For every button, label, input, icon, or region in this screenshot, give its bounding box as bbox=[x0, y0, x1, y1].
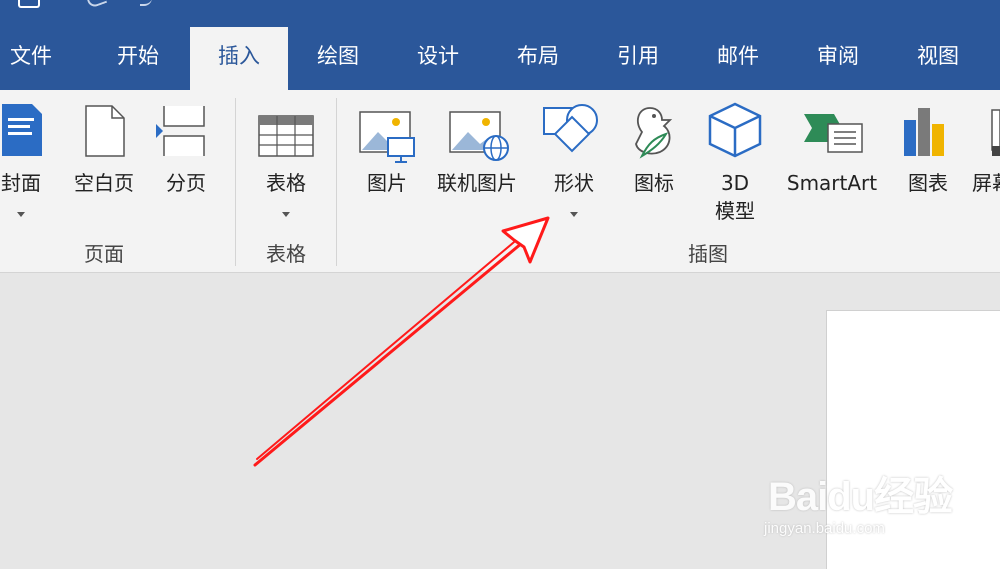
pages-group-label: 页面 bbox=[84, 242, 124, 266]
page-break-label: 分页 bbox=[166, 171, 206, 195]
screenshot-button[interactable]: 屏幕 bbox=[970, 98, 1000, 238]
tab-mailings[interactable]: 邮件 bbox=[688, 27, 788, 90]
shapes-icon bbox=[543, 104, 598, 153]
blank-page-icon bbox=[85, 105, 125, 157]
save-icon[interactable] bbox=[18, 0, 40, 8]
picture-button[interactable]: 图片 bbox=[352, 98, 422, 238]
shapes-label: 形状 bbox=[554, 171, 594, 195]
picture-label: 图片 bbox=[367, 171, 407, 195]
page-break-icon bbox=[156, 106, 205, 156]
smartart-button[interactable]: SmartArt bbox=[778, 98, 886, 238]
cover-page-button[interactable]: 封面 bbox=[0, 98, 54, 238]
smartart-icon bbox=[804, 114, 863, 153]
tab-insert[interactable]: 插入 bbox=[190, 27, 288, 90]
blank-page-label: 空白页 bbox=[74, 171, 134, 195]
table-button[interactable]: 表格 bbox=[250, 98, 322, 238]
table-group-label: 表格 bbox=[266, 242, 306, 266]
chart-button[interactable]: 图表 bbox=[898, 98, 958, 238]
tab-draw[interactable]: 绘图 bbox=[288, 27, 388, 90]
title-tab-bar: 文件 开始 插入 绘图 设计 布局 引用 邮件 审阅 视图 bbox=[0, 0, 1000, 90]
group-separator bbox=[336, 98, 337, 266]
watermark-url: jingyan.baidu.com bbox=[764, 520, 885, 537]
icons-icon bbox=[635, 107, 673, 159]
cover-page-label: 封面 bbox=[1, 171, 41, 195]
icons-label: 图标 bbox=[634, 171, 674, 195]
ribbon: 封面 空白页 分页 页面 表格 表格 图片 联机图片 形状 图标 3D 模型 S… bbox=[0, 90, 1000, 273]
tab-layout[interactable]: 布局 bbox=[488, 27, 588, 90]
chevron-down-icon bbox=[570, 212, 578, 217]
cover-page-icon bbox=[2, 104, 42, 156]
chevron-down-icon bbox=[282, 212, 290, 217]
chart-icon bbox=[904, 108, 944, 156]
table-label: 表格 bbox=[266, 171, 306, 195]
tab-review[interactable]: 审阅 bbox=[788, 27, 888, 90]
3d-model-label: 3D bbox=[720, 171, 750, 195]
illustrations-group-label: 插图 bbox=[688, 242, 728, 266]
smartart-label: SmartArt bbox=[786, 171, 878, 195]
chart-label: 图表 bbox=[908, 171, 948, 195]
online-picture-icon bbox=[449, 111, 509, 161]
icons-button[interactable]: 图标 bbox=[620, 98, 688, 238]
tab-file[interactable]: 文件 bbox=[0, 27, 62, 90]
tab-home[interactable]: 开始 bbox=[88, 27, 188, 90]
screenshot-icon bbox=[991, 109, 1000, 156]
screenshot-label: 屏幕 bbox=[972, 171, 1000, 195]
ribbon-tabs: 文件 开始 插入 绘图 设计 布局 引用 邮件 审阅 视图 bbox=[0, 27, 1000, 90]
table-icon bbox=[258, 115, 314, 157]
online-picture-button[interactable]: 联机图片 bbox=[428, 98, 526, 238]
3d-model-button[interactable]: 3D 模型 bbox=[700, 98, 770, 238]
blank-page-button[interactable]: 空白页 bbox=[68, 98, 140, 238]
tab-references[interactable]: 引用 bbox=[588, 27, 688, 90]
tab-design[interactable]: 设计 bbox=[388, 27, 488, 90]
tab-view[interactable]: 视图 bbox=[888, 27, 988, 90]
online-picture-label: 联机图片 bbox=[437, 171, 517, 195]
3d-model-label-line2: 模型 bbox=[715, 199, 755, 223]
picture-icon bbox=[359, 111, 415, 163]
redo-icon[interactable] bbox=[140, 0, 152, 6]
watermark-brand: Baidu经验 bbox=[768, 475, 953, 519]
undo-icon[interactable] bbox=[86, 0, 108, 9]
page-break-button[interactable]: 分页 bbox=[156, 98, 216, 238]
shapes-button[interactable]: 形状 bbox=[538, 98, 610, 238]
3d-model-icon bbox=[708, 102, 762, 158]
chevron-down-icon bbox=[17, 212, 25, 217]
baidu-watermark: Baidu经验 jingyan.baidu.com bbox=[760, 462, 960, 552]
